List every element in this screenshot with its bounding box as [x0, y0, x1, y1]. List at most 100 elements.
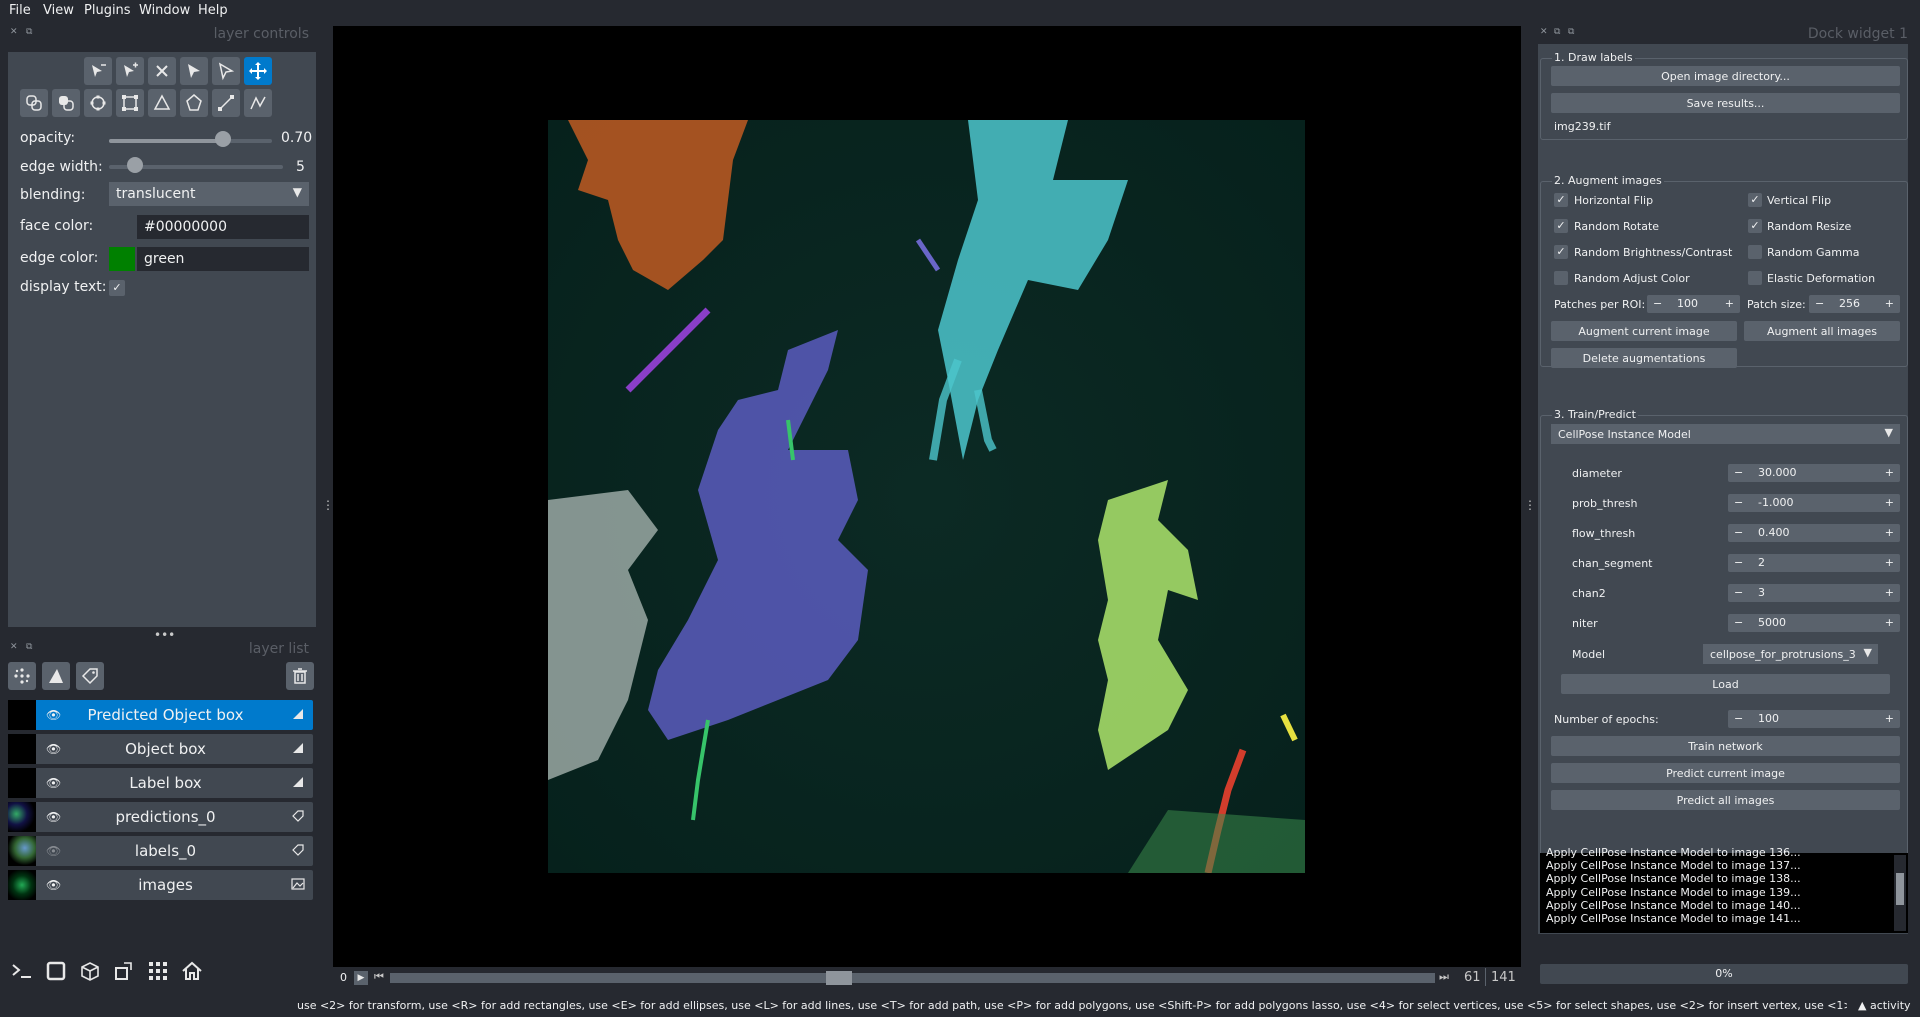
right-dock-splitter[interactable]: ⋮ — [1524, 498, 1536, 512]
augment-current-button[interactable]: Augment current image — [1551, 321, 1737, 341]
menu-window[interactable]: Window — [139, 3, 190, 18]
new-shapes-layer-button[interactable] — [42, 662, 70, 690]
chan2-spinbox[interactable]: − 3 + — [1728, 584, 1900, 602]
plus-icon[interactable]: + — [1885, 614, 1894, 632]
grid-view-button[interactable] — [144, 957, 172, 985]
add-rectangle-tool-button[interactable] — [116, 89, 144, 117]
predict-current-button[interactable]: Predict current image — [1551, 763, 1900, 783]
close-icon[interactable]: ✕ — [10, 642, 18, 652]
float-icon[interactable]: ⧉ — [1554, 27, 1560, 37]
predict-all-button[interactable]: Predict all images — [1551, 790, 1900, 810]
horizontal-flip-checkbox[interactable]: ✓ — [1554, 193, 1568, 207]
random-adjust-color-checkbox[interactable] — [1554, 271, 1568, 285]
edge-color-swatch[interactable] — [109, 247, 135, 271]
add-ellipse-tool-button[interactable] — [84, 89, 112, 117]
float-icon[interactable]: ⧉ — [26, 642, 32, 652]
plus-icon[interactable]: + — [1885, 584, 1894, 602]
plus-icon[interactable]: + — [1725, 295, 1734, 313]
frame-slider-handle[interactable] — [826, 971, 853, 985]
new-points-layer-button[interactable] — [8, 662, 36, 690]
augment-all-button[interactable]: Augment all images — [1744, 321, 1900, 341]
open-directory-button[interactable]: Open image directory... — [1551, 66, 1900, 86]
vertical-flip-checkbox[interactable]: ✓ — [1748, 193, 1762, 207]
display-text-checkbox[interactable]: ✓ — [109, 280, 125, 296]
flow-thresh-spinbox[interactable]: − 0.400 + — [1728, 524, 1900, 542]
plus-icon[interactable]: + — [1885, 554, 1894, 572]
menu-plugins[interactable]: Plugins — [84, 3, 131, 18]
random-gamma-checkbox[interactable] — [1748, 245, 1762, 259]
train-network-button[interactable]: Train network — [1551, 736, 1900, 756]
plus-icon[interactable]: + — [1885, 464, 1894, 482]
face-color-input[interactable]: #00000000 — [137, 215, 309, 239]
layer-row-predictions[interactable]: 👁 predictions_0 — [8, 802, 313, 832]
home-button[interactable] — [178, 957, 206, 985]
patches-per-roi-spinbox[interactable]: − 100 + — [1647, 295, 1740, 313]
add-path-tool-button[interactable] — [244, 89, 272, 117]
epochs-spinbox[interactable]: − 100 + — [1728, 710, 1900, 728]
viewer-canvas[interactable] — [333, 26, 1521, 967]
activity-button[interactable]: ▲ activity — [1858, 999, 1911, 1012]
minus-icon[interactable]: − — [1734, 584, 1743, 602]
random-rotate-checkbox[interactable]: ✓ — [1554, 219, 1568, 233]
plus-icon[interactable]: + — [1885, 295, 1894, 313]
left-dock-splitter[interactable]: ⋮ — [322, 498, 334, 512]
minus-icon[interactable]: − — [1815, 295, 1824, 313]
console-button[interactable] — [8, 957, 36, 985]
play-button[interactable]: ▶ — [354, 971, 368, 985]
direct-select-tool-button[interactable] — [212, 57, 240, 85]
step-forward-icon[interactable]: ⏭ — [1439, 970, 1449, 984]
delete-augmentations-button[interactable]: Delete augmentations — [1551, 348, 1737, 368]
minus-icon[interactable]: − — [1734, 494, 1743, 512]
frame-slider[interactable] — [390, 973, 1435, 983]
prob-thresh-spinbox[interactable]: − -1.000 + — [1728, 494, 1900, 512]
float-icon[interactable]: ⧉ — [26, 27, 32, 37]
niter-spinbox[interactable]: − 5000 + — [1728, 614, 1900, 632]
layer-row-object-box[interactable]: 👁 Object box — [8, 734, 313, 764]
minus-icon[interactable]: − — [1734, 710, 1743, 728]
minus-icon[interactable]: − — [1734, 464, 1743, 482]
delete-layer-button[interactable] — [286, 662, 314, 690]
transpose-button[interactable] — [110, 957, 138, 985]
add-polygon-lasso-tool-button[interactable] — [180, 89, 208, 117]
layer-row-labels[interactable]: 👁 labels_0 — [8, 836, 313, 866]
close-icon[interactable]: ✕ — [1540, 27, 1548, 37]
ndisplay-button[interactable] — [42, 957, 70, 985]
log-scrollbar[interactable] — [1894, 855, 1906, 931]
add-vertex-tool-button[interactable] — [116, 57, 144, 85]
opacity-slider-handle[interactable] — [215, 131, 232, 147]
load-button[interactable]: Load — [1561, 674, 1890, 694]
model-select[interactable]: cellpose_for_protrusions_3 ▼ — [1703, 644, 1878, 664]
minus-icon[interactable]: − — [1734, 614, 1743, 632]
delete-vertex-tool-button[interactable] — [84, 57, 112, 85]
minus-icon[interactable]: − — [1734, 524, 1743, 542]
blending-select[interactable]: translucent ▼ — [109, 182, 309, 206]
random-brightness-checkbox[interactable]: ✓ — [1554, 245, 1568, 259]
model-type-select[interactable]: CellPose Instance Model ▼ — [1551, 424, 1900, 444]
menu-view[interactable]: View — [43, 3, 74, 18]
close-icon[interactable]: ✕ — [10, 27, 18, 37]
plus-icon[interactable]: + — [1885, 710, 1894, 728]
splitter-handle[interactable]: ••• — [154, 628, 175, 642]
move-front-button[interactable] — [20, 89, 48, 117]
roll-dims-button[interactable] — [76, 957, 104, 985]
new-labels-layer-button[interactable] — [76, 662, 104, 690]
step-back-icon[interactable]: ⏮ — [374, 970, 384, 984]
elastic-deformation-checkbox[interactable] — [1748, 271, 1762, 285]
layer-row-predicted-object-box[interactable]: 👁 Predicted Object box — [8, 700, 313, 730]
add-line-tool-button[interactable] — [212, 89, 240, 117]
settings-icon[interactable]: ⧉ — [1568, 27, 1574, 37]
menu-help[interactable]: Help — [198, 3, 228, 18]
delete-shape-button[interactable] — [148, 57, 176, 85]
diameter-spinbox[interactable]: − 30.000 + — [1728, 464, 1900, 482]
patch-size-spinbox[interactable]: − 256 + — [1809, 295, 1900, 313]
plus-icon[interactable]: + — [1885, 524, 1894, 542]
face-color-swatch[interactable] — [109, 215, 135, 239]
pan-zoom-tool-button[interactable] — [244, 57, 272, 85]
edge-color-input[interactable]: green — [137, 247, 309, 271]
layer-row-label-box[interactable]: 👁 Label box — [8, 768, 313, 798]
select-shape-tool-button[interactable] — [180, 57, 208, 85]
log-output[interactable]: Apply CellPose Instance Model to image 1… — [1540, 846, 1908, 933]
move-back-button[interactable] — [52, 89, 80, 117]
chan-segment-spinbox[interactable]: − 2 + — [1728, 554, 1900, 572]
layer-row-images[interactable]: 👁 images — [8, 870, 313, 900]
